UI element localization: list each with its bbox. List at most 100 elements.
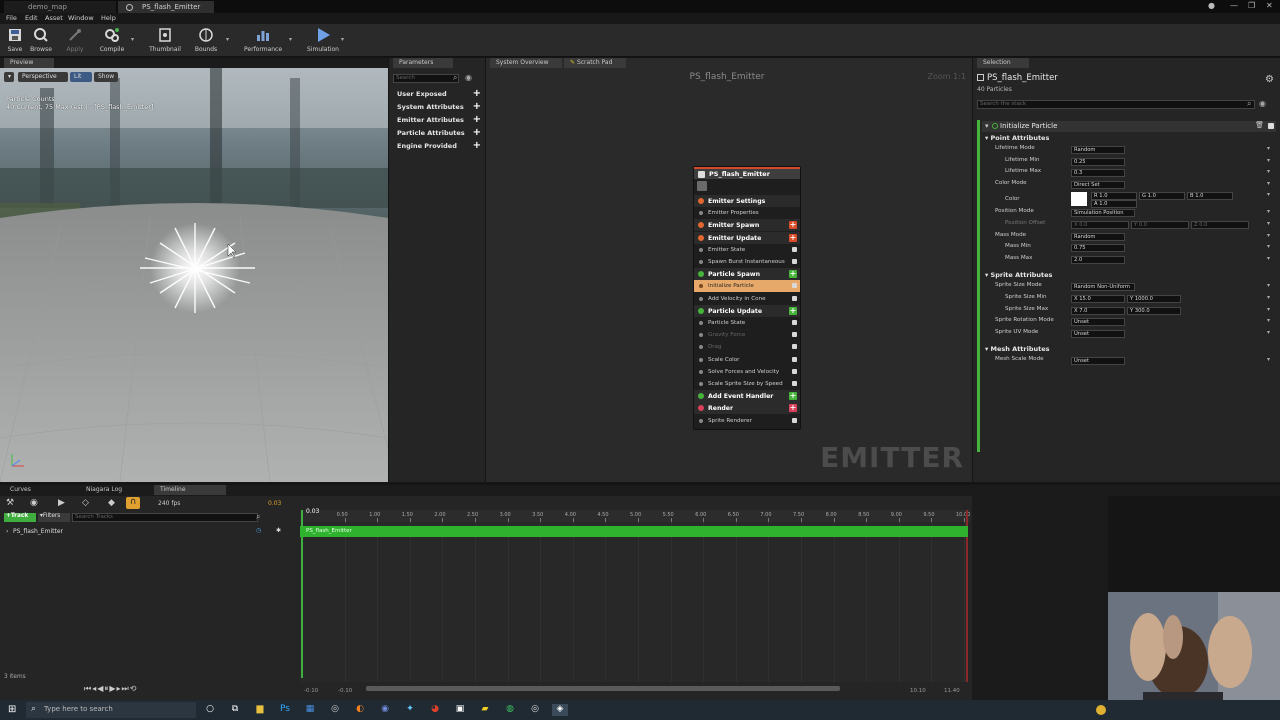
property-options-icon[interactable]: ▾: [1267, 306, 1270, 313]
view-end[interactable]: 10.10: [910, 688, 926, 694]
menu-file[interactable]: File: [6, 14, 17, 22]
param-system-attributes[interactable]: System Attributes +: [391, 101, 483, 113]
tab-timeline[interactable]: Timeline: [154, 485, 226, 495]
timeline-scrollbar[interactable]: [366, 686, 840, 691]
tab-niagara-log[interactable]: Niagara Log: [80, 485, 152, 495]
property-options-icon[interactable]: ▾: [1267, 294, 1270, 301]
preview-viewport[interactable]: ▾ Perspective Lit Show Particle Counts 4…: [0, 68, 388, 482]
add-module-icon[interactable]: +: [789, 221, 797, 230]
transport-controls[interactable]: ⏮◂◀⏸▶▸⏭⟲: [84, 684, 214, 694]
track-row[interactable]: › PS_flash_Emitter ◷ ✱: [2, 526, 298, 537]
stack-row-spawn-burst-instantaneous[interactable]: Spawn Burst Instantaneous: [694, 256, 800, 268]
eye-icon[interactable]: ◉: [465, 73, 472, 82]
stack-row-emitter-spawn[interactable]: Emitter Spawn +: [694, 219, 800, 232]
add-module-icon[interactable]: +: [789, 392, 797, 401]
bounds-button[interactable]: Bounds ▾: [193, 25, 229, 56]
to-start-icon[interactable]: ⏮: [84, 684, 92, 693]
stack-row-particle-state[interactable]: Particle State: [694, 317, 800, 329]
play-icon[interactable]: ▶: [58, 498, 65, 508]
stack-row-add-event-handler[interactable]: Add Event Handler +: [694, 390, 800, 403]
viewport-menu-button[interactable]: ▾: [4, 72, 14, 82]
clock-icon[interactable]: ◷: [256, 527, 261, 534]
discord-icon[interactable]: ◉: [377, 704, 393, 716]
eye-icon[interactable]: ◉: [1259, 99, 1266, 108]
module-enabled-checkbox[interactable]: [792, 332, 797, 338]
property-options-icon[interactable]: ▾: [1267, 180, 1270, 187]
task-view-icon[interactable]: ⧉: [227, 704, 243, 716]
system-overview-graph[interactable]: System Overview ✎ Scratch Pad PS_flash_E…: [486, 58, 972, 482]
property-dropdown[interactable]: Unset: [1071, 329, 1125, 338]
notes-icon[interactable]: ▰: [477, 704, 493, 716]
unreal-icon[interactable]: ◈: [552, 704, 568, 716]
emitter-node-header[interactable]: PS_flash_Emitter: [694, 167, 800, 179]
timeline-ruler[interactable]: 0.50 1.00 1.50 2.00 2.50 3.00 3.50 4.00 4.50 5.00…: [300, 508, 970, 522]
tab-system-overview[interactable]: System Overview: [490, 58, 562, 68]
color-channel-field[interactable]: R 1.0: [1091, 192, 1137, 201]
play-icon[interactable]: ▶: [109, 684, 116, 693]
loop-icon[interactable]: ⟲: [130, 684, 138, 693]
property-number-field[interactable]: X 15.0: [1071, 295, 1125, 303]
add-module-icon[interactable]: +: [789, 233, 797, 242]
chevron-down-icon[interactable]: ▾: [341, 36, 344, 43]
group-header-sprite-attributes[interactable]: ▾ Sprite Attributes: [985, 271, 1277, 282]
menu-help[interactable]: Help: [101, 14, 116, 22]
color-swatch[interactable]: [1071, 192, 1087, 207]
stack-row-particle-spawn[interactable]: Particle Spawn +: [694, 268, 800, 281]
profile-icon[interactable]: ●: [1208, 1, 1215, 10]
param-engine-provided[interactable]: Engine Provided +: [391, 140, 483, 152]
add-module-icon[interactable]: +: [789, 404, 797, 413]
property-number-field[interactable]: 0.3: [1071, 169, 1125, 178]
module-enabled-checkbox[interactable]: [792, 417, 797, 423]
add-track-button[interactable]: +Track: [4, 513, 36, 522]
add-module-icon[interactable]: +: [789, 306, 797, 315]
property-number-field[interactable]: 0.75: [1071, 244, 1125, 253]
module-enabled-checkbox[interactable]: [792, 356, 797, 362]
lit-button[interactable]: Lit: [70, 72, 92, 82]
property-dropdown[interactable]: Simulation Position: [1071, 209, 1135, 218]
add-icon[interactable]: +: [473, 101, 481, 112]
property-dropdown[interactable]: Unset: [1071, 357, 1125, 366]
property-number-field[interactable]: X 7.0: [1071, 306, 1125, 315]
tab-demo-map[interactable]: demo_map: [4, 1, 116, 13]
blender-icon[interactable]: ◐: [352, 704, 368, 716]
tab-preview[interactable]: Preview: [4, 58, 54, 68]
browser-icon[interactable]: ◍: [502, 704, 518, 716]
property-number-field[interactable]: Z 0.0: [1191, 221, 1249, 229]
property-dropdown[interactable]: Direct Set: [1071, 180, 1125, 189]
module-header[interactable]: ▾ Initialize Particle 🗑: [982, 121, 1276, 132]
stack-row-emitter-state[interactable]: Emitter State: [694, 244, 800, 256]
add-icon[interactable]: +: [473, 88, 481, 99]
module-enabled-checkbox[interactable]: [792, 283, 797, 289]
enabled-checkbox[interactable]: [698, 171, 705, 178]
property-options-icon[interactable]: ▾: [1267, 329, 1270, 336]
property-options-icon[interactable]: ▾: [1267, 255, 1270, 262]
color-channel-field[interactable]: A 1.0: [1091, 200, 1137, 209]
property-options-icon[interactable]: ▾: [1267, 220, 1270, 227]
taskbar-search-input[interactable]: ⌕ Type here to search: [26, 702, 196, 718]
property-number-field[interactable]: Y 1000.0: [1127, 295, 1181, 303]
filters-button[interactable]: ▾Filters: [38, 513, 70, 522]
key-icon[interactable]: ◇: [82, 498, 89, 508]
stack-row-particle-update[interactable]: Particle Update +: [694, 304, 800, 317]
collapse-icon[interactable]: ▾: [985, 122, 989, 130]
module-enabled-checkbox[interactable]: [1268, 123, 1274, 129]
menu-asset[interactable]: Asset: [45, 14, 63, 22]
save-button[interactable]: Save: [3, 25, 27, 56]
gear-icon[interactable]: ⚙: [1265, 74, 1274, 85]
tab-parameters[interactable]: Parameters: [393, 58, 453, 68]
thumbnail-button[interactable]: Thumbnail: [149, 25, 181, 56]
add-module-icon[interactable]: +: [789, 270, 797, 279]
windows-start-icon[interactable]: ⊞: [8, 704, 20, 716]
stack-search-input[interactable]: Search the stack: [977, 100, 1255, 109]
maximize-icon[interactable]: ❐: [1248, 1, 1255, 10]
app-icon[interactable]: ✦: [402, 704, 418, 716]
module-enabled-checkbox[interactable]: [792, 381, 797, 386]
trash-icon[interactable]: 🗑: [1255, 121, 1264, 129]
property-dropdown[interactable]: Unset: [1071, 318, 1125, 327]
show-button[interactable]: Show: [94, 72, 118, 82]
close-icon[interactable]: ✕: [1266, 1, 1273, 10]
menu-edit[interactable]: Edit: [25, 14, 38, 22]
property-options-icon[interactable]: ▾: [1267, 208, 1270, 215]
explorer-icon[interactable]: ▆: [252, 704, 268, 716]
param-particle-attributes[interactable]: Particle Attributes +: [391, 127, 483, 139]
